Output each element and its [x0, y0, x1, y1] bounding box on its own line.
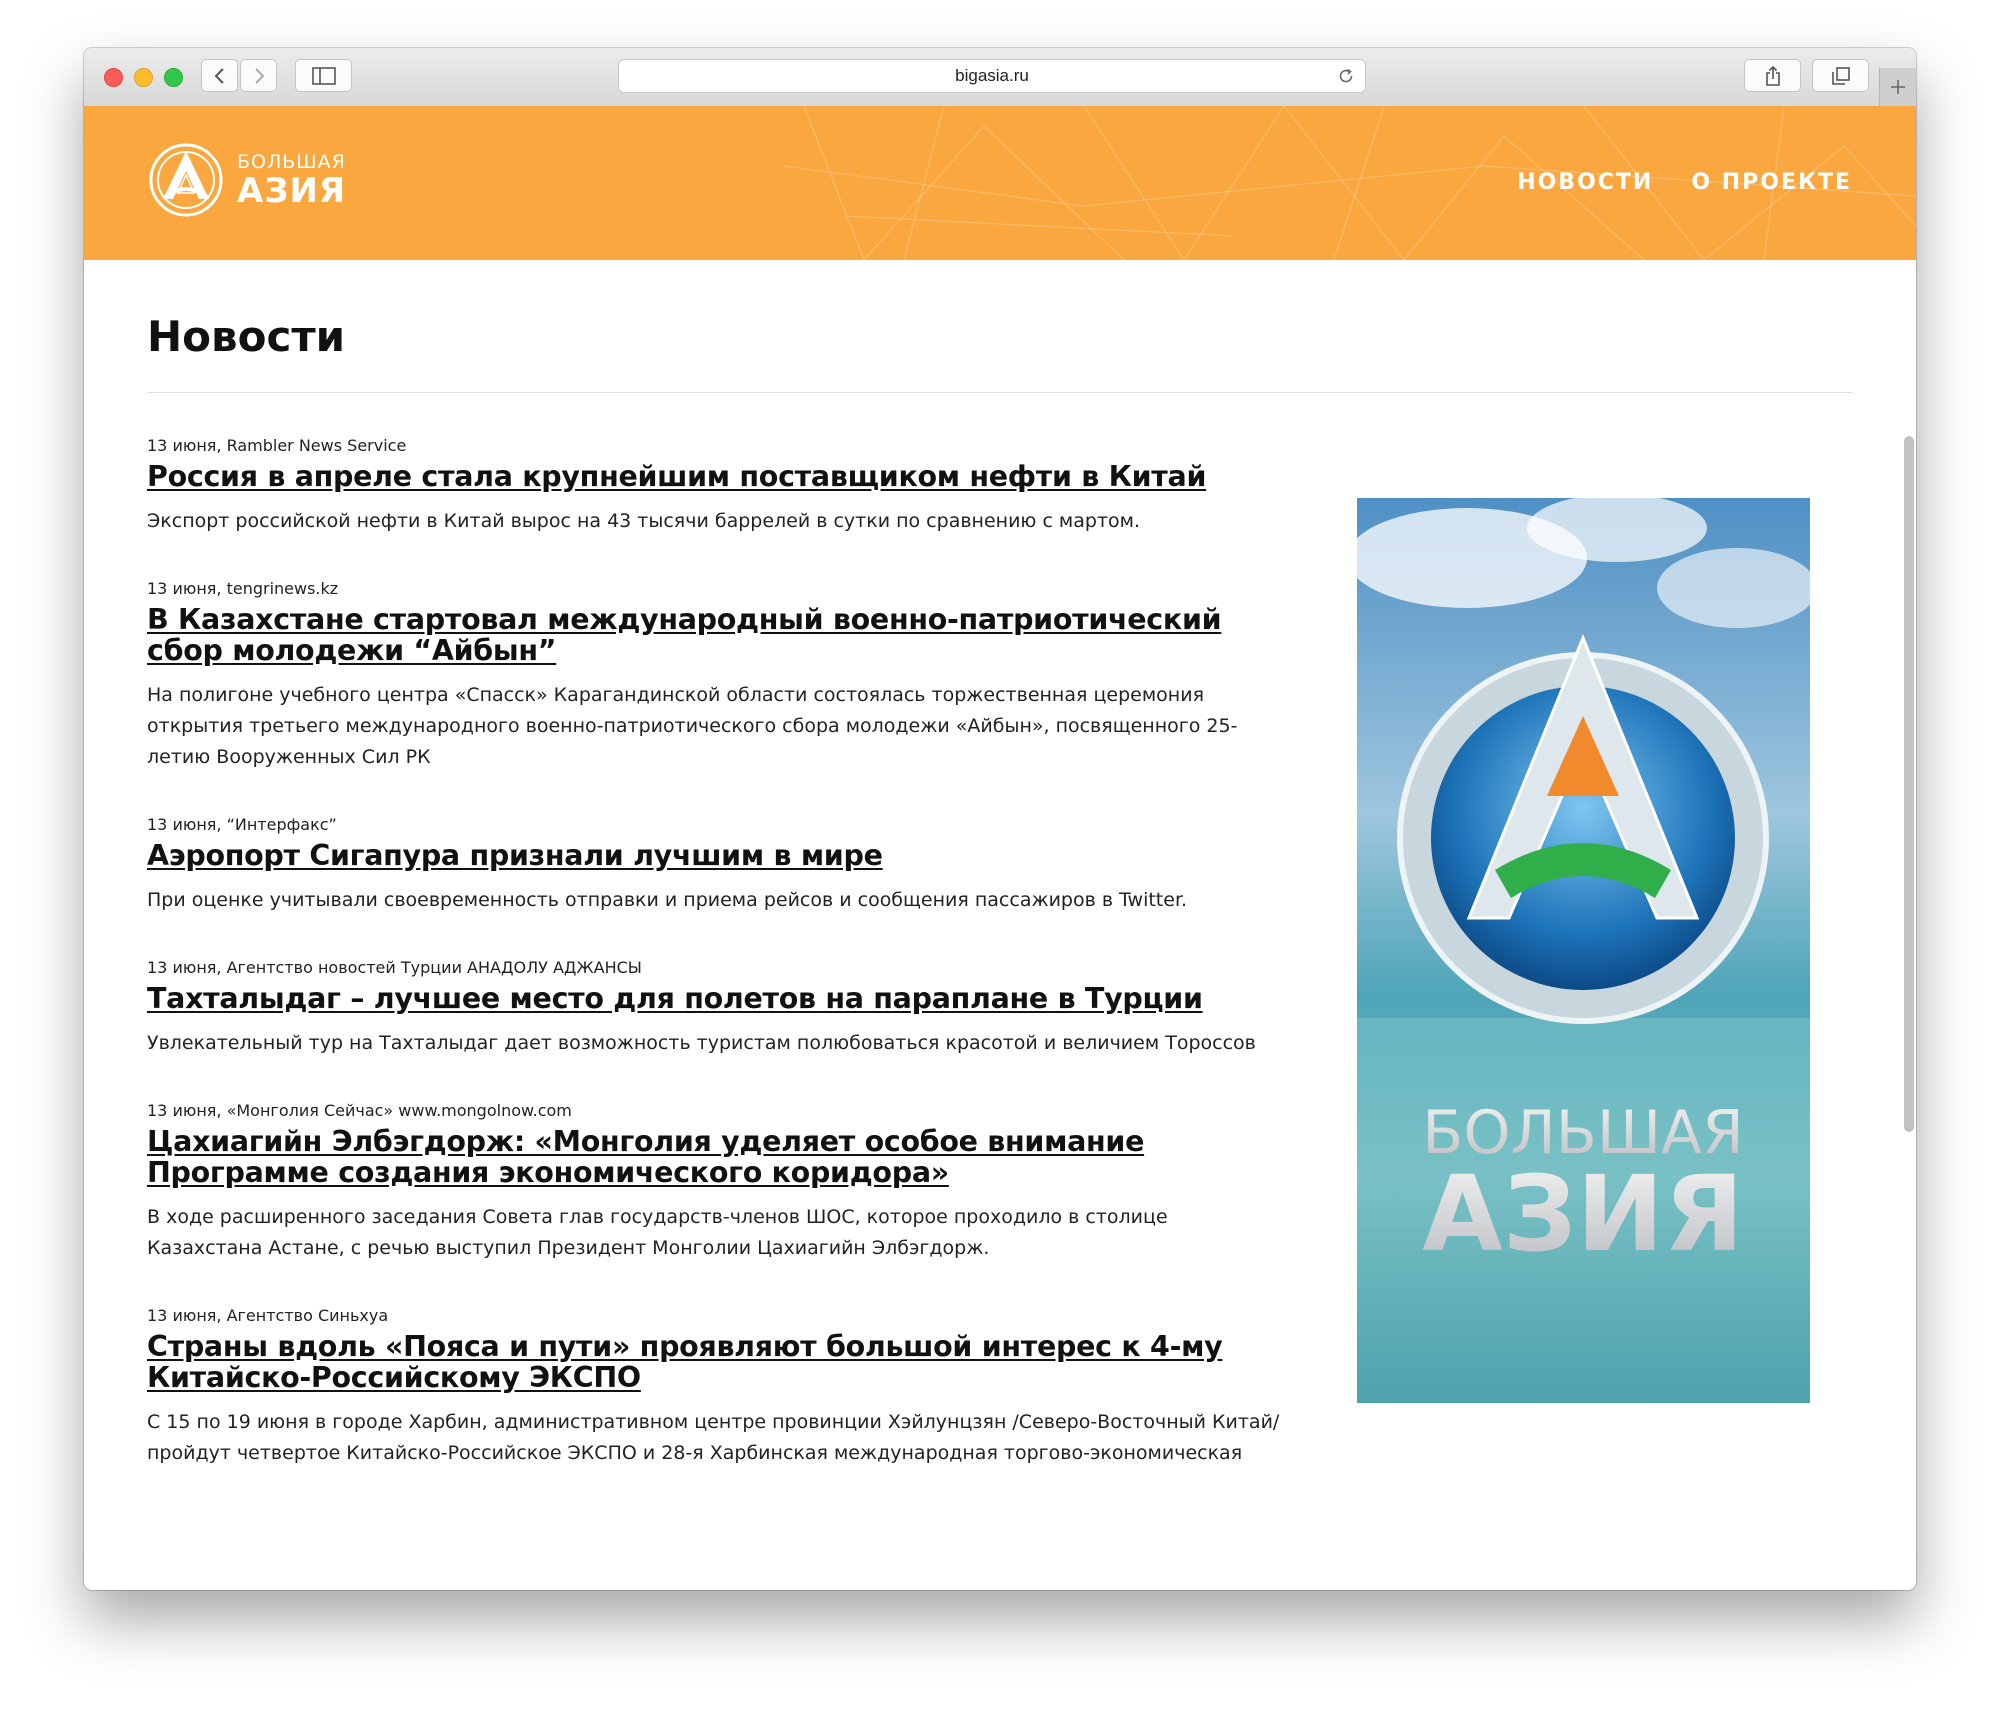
news-meta: 13 июня, «Монголия Сейчас» www.mongolnow… [147, 1101, 572, 1120]
news-title-link[interactable]: Страны вдоль «Пояса и пути» проявляют бо… [147, 1331, 1287, 1393]
tabs-icon [1831, 66, 1850, 85]
chevron-right-icon [254, 67, 264, 84]
logo-text-big: АЗИЯ [237, 170, 347, 211]
site-logo[interactable]: БОЛЬШАЯ АЗИЯ [147, 141, 346, 219]
nav-news-link[interactable]: НОВОСТИ [1517, 170, 1653, 195]
new-tab-button[interactable] [1879, 68, 1916, 106]
cloud-shape [1657, 548, 1810, 628]
news-description: Экспорт российской нефти в Китай вырос н… [147, 510, 1141, 532]
news-meta: 13 июня, Агентство новостей Турции АНАДО… [147, 958, 642, 977]
title-divider [147, 392, 1853, 393]
logo-emblem-icon [149, 143, 223, 217]
browser-toolbar: bigasia.ru [84, 48, 1916, 107]
news-title-link[interactable]: Тахталыдаг – лучшее место для полетов на… [147, 983, 1287, 1014]
logo-text-small: БОЛЬШАЯ [237, 150, 346, 173]
promo-banner[interactable]: БОЛЬШАЯ АЗИЯ [1357, 498, 1810, 1403]
news-meta: 13 июня, Rambler News Service [147, 436, 407, 455]
tabs-overview-button[interactable] [1812, 59, 1869, 92]
back-button[interactable] [201, 59, 238, 92]
news-item: 13 июня, Агентство Синьхуа Страны вдоль … [147, 1306, 1287, 1469]
sidebar-toggle-button[interactable] [295, 59, 352, 92]
share-icon [1765, 65, 1780, 86]
chevron-left-icon [214, 67, 224, 84]
reload-icon[interactable] [1337, 67, 1355, 89]
news-title-link[interactable]: В Казахстане стартовал международный вое… [147, 604, 1287, 666]
news-item: 13 июня, “Интерфакс” Аэропорт Сигапура п… [147, 815, 1287, 916]
news-description: Увлекательный тур на Тахталыдаг дает воз… [147, 1032, 1256, 1054]
news-item: 13 июня, Агентство новостей Турции АНАДО… [147, 958, 1287, 1059]
news-item: 13 июня, Rambler News Service Россия в а… [147, 436, 1287, 537]
news-item: 13 июня, tengrinews.kz В Казахстане стар… [147, 579, 1287, 773]
news-description: С 15 по 19 июня в городе Харбин, админис… [147, 1411, 1280, 1464]
news-meta: 13 июня, Агентство Синьхуа [147, 1306, 389, 1325]
share-button[interactable] [1744, 59, 1801, 92]
address-bar[interactable]: bigasia.ru [618, 59, 1366, 93]
news-description: При оценке учитывали своевременность отп… [147, 889, 1188, 911]
news-description: В ходе расширенного заседания Совета гла… [147, 1206, 1168, 1259]
news-meta: 13 июня, tengrinews.kz [147, 579, 339, 598]
page-title: Новости [147, 312, 346, 361]
news-title-link[interactable]: Аэропорт Сигапура признали лучшим в мире [147, 840, 1287, 871]
plus-icon [1891, 80, 1905, 94]
banner-text-big: АЗИЯ [1422, 1153, 1744, 1275]
news-meta: 13 июня, “Интерфакс” [147, 815, 337, 834]
page-content: Новости 13 июня, Rambler News Service Ро… [84, 260, 1916, 1590]
nav-about-link[interactable]: О ПРОЕКТЕ [1691, 170, 1852, 195]
forward-button[interactable] [240, 59, 277, 92]
url-text: bigasia.ru [955, 66, 1029, 85]
sidebar-icon [311, 66, 336, 85]
news-title-link[interactable]: Цахиагийн Элбэгдорж: «Монголия уделяет о… [147, 1126, 1287, 1188]
news-title-link[interactable]: Россия в апреле стала крупнейшим поставщ… [147, 461, 1287, 492]
news-item: 13 июня, «Монголия Сейчас» www.mongolnow… [147, 1101, 1287, 1264]
zoom-window-button[interactable] [164, 68, 183, 87]
page-scrollbar[interactable] [1904, 436, 1914, 1132]
main-nav: НОВОСТИ О ПРОЕКТЕ [1517, 170, 1852, 195]
news-description: На полигоне учебного центра «Спасск» Кар… [147, 684, 1238, 768]
site-header: БОЛЬШАЯ АЗИЯ НОВОСТИ О ПРОЕКТЕ [84, 106, 1916, 260]
close-window-button[interactable] [104, 68, 123, 87]
minimize-window-button[interactable] [134, 68, 153, 87]
browser-window: bigasia.ru БОЛЬШАЯ АЗИЯ НОВОСТИ О ПРОЕКТ… [84, 48, 1916, 1590]
news-list: 13 июня, Rambler News Service Россия в а… [147, 436, 1287, 1511]
